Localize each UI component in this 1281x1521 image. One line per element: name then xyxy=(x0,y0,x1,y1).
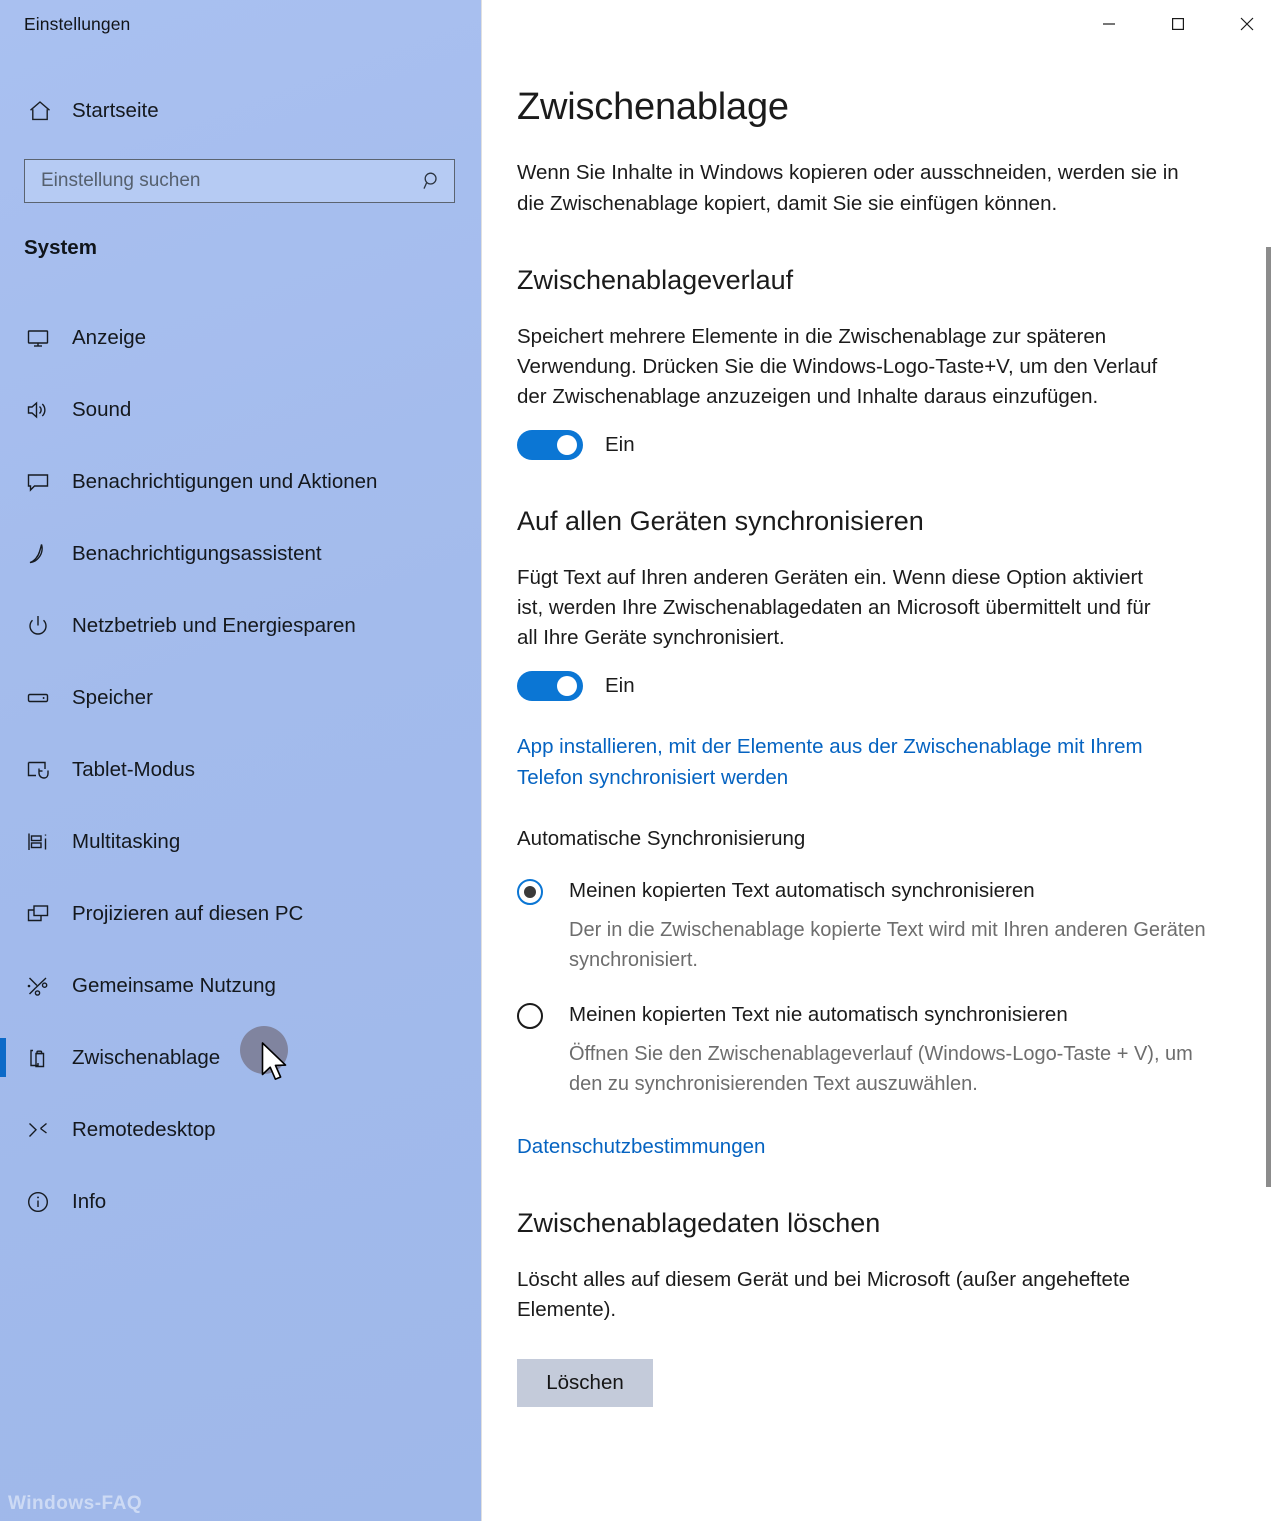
radio-button-auto-sync[interactable] xyxy=(517,879,543,905)
share-nodes-icon xyxy=(16,973,60,999)
content-divider xyxy=(481,0,482,1521)
chat-bubble-icon xyxy=(16,469,60,495)
sync-toggle-row: Ein xyxy=(517,671,1281,701)
radio-help-never-sync: Öffnen Sie den Zwischenablageverlauf (Wi… xyxy=(569,1043,1193,1095)
radio-option-auto-sync[interactable]: Meinen kopierten Text automatisch synchr… xyxy=(517,877,1281,905)
history-toggle-row: Ein xyxy=(517,430,1281,460)
scrollbar-thumb[interactable] xyxy=(1266,247,1271,1187)
selection-indicator xyxy=(0,966,6,1005)
sidebar-item-label: Gemeinsame Nutzung xyxy=(72,973,276,997)
selection-indicator xyxy=(0,1110,6,1149)
selection-indicator xyxy=(0,1182,6,1221)
sidebar-home-label: Startseite xyxy=(72,99,159,122)
sidebar-item-label: Anzeige xyxy=(72,325,147,349)
sync-toggle-label: Ein xyxy=(605,674,635,697)
radio-label-auto-sync: Meinen kopierten Text automatisch synchr… xyxy=(569,879,1035,902)
selection-indicator xyxy=(0,750,6,789)
clipboard-history-toggle[interactable] xyxy=(517,430,583,460)
selection-indicator xyxy=(0,462,6,501)
clipboard-history-toggle-label: Ein xyxy=(605,433,635,456)
search-input[interactable] xyxy=(25,160,410,202)
sidebar-item-label: Benachrichtigungsassistent xyxy=(72,541,322,565)
toggle-knob xyxy=(557,435,577,455)
sidebar-item-multitasking[interactable]: Multitasking xyxy=(0,818,481,865)
sidebar-group-title: System xyxy=(24,236,97,259)
sidebar-item-label: Remotedesktop xyxy=(72,1117,216,1141)
radio-button-never-sync[interactable] xyxy=(517,1003,543,1029)
sidebar-nav: Anzeige Sound Benachrichtigungen und Akt… xyxy=(0,314,481,1250)
settings-page: Zwischenablage Wenn Sie Inhalte in Windo… xyxy=(517,0,1281,1407)
project-screen-icon xyxy=(16,901,60,927)
section-title-history: Zwischenablageverlauf xyxy=(517,265,794,295)
radio-label-never-sync: Meinen kopierten Text nie automatisch sy… xyxy=(569,1003,1068,1026)
page-title: Zwischenablage xyxy=(517,86,789,128)
sidebar-item-label: Multitasking xyxy=(72,829,181,853)
sidebar-item-label: Netzbetrieb und Energiesparen xyxy=(72,613,356,637)
search-icon[interactable] xyxy=(410,170,454,192)
search-box[interactable] xyxy=(24,159,455,203)
moon-icon xyxy=(16,541,60,567)
section-title-clear: Zwischenablagedaten löschen xyxy=(517,1208,881,1238)
selection-indicator xyxy=(0,678,6,717)
main-content: Zwischenablage Wenn Sie Inhalte in Windo… xyxy=(481,0,1281,1521)
install-phone-app-link[interactable]: App installieren, mit der Elemente aus d… xyxy=(517,731,1157,793)
sidebar-item-label: Info xyxy=(72,1189,107,1213)
home-icon xyxy=(18,98,62,124)
multitasking-icon xyxy=(16,829,60,855)
selection-indicator xyxy=(0,606,6,645)
section-description-clear: Löscht alles auf diesem Gerät und bei Mi… xyxy=(517,1268,1131,1321)
auto-sync-heading: Automatische Synchronisierung xyxy=(517,827,806,850)
sidebar: Einstellungen Startseite System xyxy=(0,0,481,1521)
sidebar-item-remotedesktop[interactable]: Remotedesktop xyxy=(0,1106,481,1153)
selection-indicator xyxy=(0,822,6,861)
selection-indicator xyxy=(0,390,6,429)
sync-across-devices-toggle[interactable] xyxy=(517,671,583,701)
power-icon xyxy=(16,613,60,639)
sidebar-item-gemeinsame-nutzung[interactable]: Gemeinsame Nutzung xyxy=(0,962,481,1009)
radio-help-auto-sync: Der in die Zwischenablage kopierte Text … xyxy=(569,919,1206,971)
sidebar-item-benachrichtigungen[interactable]: Benachrichtigungen und Aktionen xyxy=(0,458,481,505)
speaker-icon xyxy=(16,397,60,423)
sidebar-item-label: Projizieren auf diesen PC xyxy=(72,901,304,925)
sidebar-item-label: Speicher xyxy=(72,685,153,709)
sidebar-item-label: Benachrichtigungen und Aktionen xyxy=(72,469,378,493)
toggle-knob xyxy=(557,676,577,696)
sidebar-item-tablet-modus[interactable]: Tablet-Modus xyxy=(0,746,481,793)
sidebar-item-zwischenablage[interactable]: Zwischenablage xyxy=(0,1034,481,1081)
sidebar-item-home[interactable]: Startseite xyxy=(0,89,481,133)
selection-indicator xyxy=(0,318,6,357)
sidebar-item-info[interactable]: Info xyxy=(0,1178,481,1225)
sidebar-item-sound[interactable]: Sound xyxy=(0,386,481,433)
sidebar-item-label: Zwischenablage xyxy=(72,1045,221,1069)
sidebar-item-netzbetrieb[interactable]: Netzbetrieb und Energiesparen xyxy=(0,602,481,649)
page-description: Wenn Sie Inhalte in Windows kopieren ode… xyxy=(517,161,1179,215)
drive-icon xyxy=(16,685,60,711)
clipboard-icon xyxy=(16,1045,60,1071)
watermark: Windows-FAQ xyxy=(8,1493,143,1514)
section-title-sync: Auf allen Geräten synchronisieren xyxy=(517,506,924,536)
clear-clipboard-button[interactable]: Löschen xyxy=(517,1359,653,1407)
monitor-icon xyxy=(16,325,60,351)
sidebar-item-speicher[interactable]: Speicher xyxy=(0,674,481,721)
selection-indicator xyxy=(0,1038,6,1077)
sidebar-item-benachrichtigungsassistent[interactable]: Benachrichtigungsassistent xyxy=(0,530,481,577)
section-description-sync: Fügt Text auf Ihren anderen Geräten ein.… xyxy=(517,566,1151,649)
selection-indicator xyxy=(0,894,6,933)
sidebar-item-label: Sound xyxy=(72,397,132,421)
scrollbar-track[interactable] xyxy=(1266,52,1276,1521)
section-description-history: Speichert mehrere Elemente in die Zwisch… xyxy=(517,325,1158,408)
tablet-touch-icon xyxy=(16,757,60,783)
radio-option-never-sync[interactable]: Meinen kopierten Text nie automatisch sy… xyxy=(517,1001,1281,1029)
app-title: Einstellungen xyxy=(24,14,131,34)
remote-desktop-icon xyxy=(16,1117,60,1143)
info-circle-icon xyxy=(16,1189,60,1215)
settings-window: Einstellungen Startseite System xyxy=(0,0,1281,1521)
sidebar-item-projizieren[interactable]: Projizieren auf diesen PC xyxy=(0,890,481,937)
sidebar-item-label: Tablet-Modus xyxy=(72,757,196,781)
privacy-policy-link[interactable]: Datenschutzbestimmungen xyxy=(517,1131,1157,1162)
sidebar-item-anzeige[interactable]: Anzeige xyxy=(0,314,481,361)
selection-indicator xyxy=(0,534,6,573)
